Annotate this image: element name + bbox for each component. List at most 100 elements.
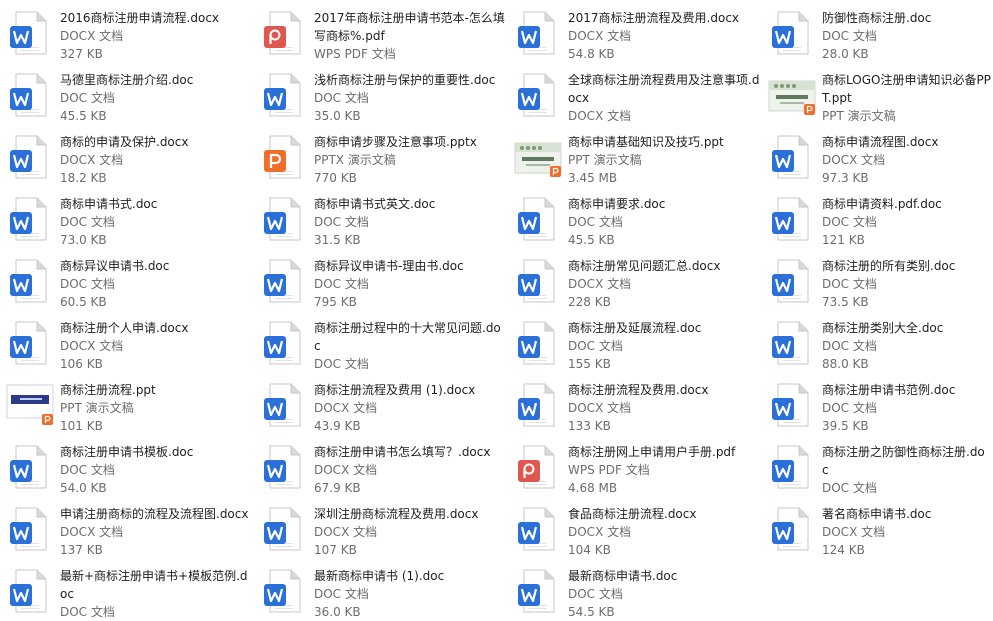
file-name[interactable]: 商标申请要求.doc xyxy=(568,195,760,213)
file-info: 商标申请书式英文.doc DOC 文档 31.5 KB xyxy=(314,195,506,248)
file-size: 770 KB xyxy=(314,171,357,185)
file-info: 2017商标注册流程及费用.docx DOCX 文档 54.8 KB xyxy=(568,9,760,62)
file-item[interactable]: 最新+商标注册申请书+模板范例.doc DOC 文档 xyxy=(0,558,254,620)
file-item[interactable]: 商标注册申请书范例.doc DOC 文档 39.5 KB xyxy=(762,372,993,434)
file-name[interactable]: 商标注册类别大全.doc xyxy=(822,319,991,337)
file-item[interactable]: 商标注册个人申请.docx DOCX 文档 106 KB xyxy=(0,310,254,372)
file-item[interactable]: 食品商标注册流程.docx DOCX 文档 104 KB xyxy=(508,496,762,558)
file-name[interactable]: 商标的申请及保护.docx xyxy=(60,133,252,151)
file-name[interactable]: 商标注册流程及费用 (1).docx xyxy=(314,381,506,399)
file-name[interactable]: 商标申请流程图.docx xyxy=(822,133,991,151)
file-item[interactable]: 商标注册及延展流程.doc DOC 文档 155 KB xyxy=(508,310,762,372)
file-name[interactable]: 商标注册流程及费用.docx xyxy=(568,381,760,399)
file-name[interactable]: 浅析商标注册与保护的重要性.doc xyxy=(314,71,506,89)
file-info: 商标注册流程.ppt PPT 演示文稿 101 KB xyxy=(60,381,252,434)
file-name[interactable]: 商标注册个人申请.docx xyxy=(60,319,252,337)
file-item[interactable]: 商标注册类别大全.doc DOC 文档 88.0 KB xyxy=(762,310,993,372)
file-name[interactable]: 全球商标注册流程费用及注意事项.docx xyxy=(568,71,760,107)
file-item[interactable]: 最新商标申请书 (1).doc DOC 文档 36.0 KB xyxy=(254,558,508,620)
file-type: PPT 演示文稿 xyxy=(822,109,896,123)
file-item[interactable]: 商标注册流程.ppt PPT 演示文稿 101 KB xyxy=(0,372,254,434)
file-size: 327 KB xyxy=(60,47,103,61)
file-item[interactable]: 商标注册的所有类别.doc DOC 文档 73.5 KB xyxy=(762,248,993,310)
file-type: DOC 文档 xyxy=(60,215,115,229)
file-name[interactable]: 2017商标注册流程及费用.docx xyxy=(568,9,760,27)
file-size: 228 KB xyxy=(568,295,611,309)
file-item[interactable]: 商标申请流程图.docx DOCX 文档 97.3 KB xyxy=(762,124,993,186)
file-name[interactable]: 商标注册常见问题汇总.docx xyxy=(568,257,760,275)
word-document-icon xyxy=(6,505,54,553)
file-item[interactable]: 商标LOGO注册申请知识必备PPT.ppt PPT 演示文稿 xyxy=(762,62,993,124)
file-name[interactable]: 最新商标申请书 (1).doc xyxy=(314,567,506,585)
file-item[interactable]: 商标注册网上申请用户手册.pdf WPS PDF 文档 4.68 MB xyxy=(508,434,762,496)
file-item[interactable]: 防御性商标注册.doc DOC 文档 28.0 KB xyxy=(762,0,993,62)
file-type: DOC 文档 xyxy=(314,91,369,105)
file-item[interactable]: 最新商标申请书.doc DOC 文档 54.5 KB xyxy=(508,558,762,620)
pptx-document-icon xyxy=(260,133,308,181)
file-name[interactable]: 商标注册之防御性商标注册.doc xyxy=(822,443,991,479)
file-name[interactable]: 深圳注册商标流程及费用.docx xyxy=(314,505,506,523)
ppt-thumbnail-green-icon xyxy=(768,71,816,119)
file-name[interactable]: 食品商标注册流程.docx xyxy=(568,505,760,523)
file-item[interactable]: 商标注册申请书怎么填写？.docx DOCX 文档 67.9 KB xyxy=(254,434,508,496)
file-item[interactable]: 商标的申请及保护.docx DOCX 文档 18.2 KB xyxy=(0,124,254,186)
word-document-icon xyxy=(6,133,54,181)
file-item[interactable]: 2016商标注册申请流程.docx DOCX 文档 327 KB xyxy=(0,0,254,62)
file-name[interactable]: 防御性商标注册.doc xyxy=(822,9,991,27)
file-item[interactable]: 商标注册过程中的十大常见问题.doc DOC 文档 xyxy=(254,310,508,372)
file-name[interactable]: 商标注册申请书范例.doc xyxy=(822,381,991,399)
file-item[interactable]: 商标申请要求.doc DOC 文档 45.5 KB xyxy=(508,186,762,248)
word-document-icon xyxy=(768,9,816,57)
file-name[interactable]: 马德里商标注册介绍.doc xyxy=(60,71,252,89)
file-item[interactable]: 商标注册流程及费用.docx DOCX 文档 133 KB xyxy=(508,372,762,434)
file-name[interactable]: 最新商标申请书.doc xyxy=(568,567,760,585)
file-name[interactable]: 商标异议申请书-理由书.doc xyxy=(314,257,506,275)
file-grid: 2016商标注册申请流程.docx DOCX 文档 327 KB 2017年商标注册… xyxy=(0,0,993,621)
file-item[interactable]: 商标注册之防御性商标注册.docDOC 文档27.0 KB xyxy=(762,434,993,496)
file-name[interactable]: 最新+商标注册申请书+模板范例.doc xyxy=(60,567,252,603)
file-name[interactable]: 商标注册过程中的十大常见问题.doc xyxy=(314,319,506,355)
file-item[interactable]: 商标异议申请书.doc DOC 文档 60.5 KB xyxy=(0,248,254,310)
file-type: DOC 文档 xyxy=(822,215,877,229)
file-name[interactable]: 商标注册网上申请用户手册.pdf xyxy=(568,443,760,461)
file-item[interactable]: 商标异议申请书-理由书.doc DOC 文档 795 KB xyxy=(254,248,508,310)
file-type: DOCX 文档 xyxy=(60,29,124,43)
file-name[interactable]: 商标注册流程.ppt xyxy=(60,381,252,399)
file-name[interactable]: 著名商标申请书.doc xyxy=(822,505,991,523)
file-item[interactable]: 商标注册申请书模板.doc DOC 文档 54.0 KB xyxy=(0,434,254,496)
file-name[interactable]: 商标注册申请书怎么填写？.docx xyxy=(314,443,506,461)
file-item[interactable]: 浅析商标注册与保护的重要性.doc DOC 文档 35.0 KB xyxy=(254,62,508,124)
file-name[interactable]: 商标申请步骤及注意事项.pptx xyxy=(314,133,506,151)
file-name[interactable]: 申请注册商标的流程及流程图.docx xyxy=(60,505,252,523)
file-item[interactable]: 商标申请资料.pdf.doc DOC 文档 121 KB xyxy=(762,186,993,248)
file-name[interactable]: 2016商标注册申请流程.docx xyxy=(60,9,252,27)
file-size: 54.8 KB xyxy=(568,47,615,61)
file-item[interactable]: 2017年商标注册申请书范本-怎么填写商标%.pdf WPS PDF 文档 xyxy=(254,0,508,62)
file-item[interactable]: 商标注册常见问题汇总.docx DOCX 文档 228 KB xyxy=(508,248,762,310)
file-item[interactable]: 著名商标申请书.doc DOCX 文档 124 KB xyxy=(762,496,993,558)
file-item[interactable]: 商标申请书式英文.doc DOC 文档 31.5 KB xyxy=(254,186,508,248)
file-item[interactable]: 深圳注册商标流程及费用.docx DOCX 文档 107 KB xyxy=(254,496,508,558)
file-item[interactable]: 全球商标注册流程费用及注意事项.docx DOCX 文档 xyxy=(508,62,762,124)
file-item[interactable]: 商标申请步骤及注意事项.pptx PPTX 演示文稿 770 KB xyxy=(254,124,508,186)
file-name[interactable]: 商标LOGO注册申请知识必备PPT.ppt xyxy=(822,71,991,107)
file-info: 商标注册流程及费用.docx DOCX 文档 133 KB xyxy=(568,381,760,434)
file-info: 商标申请资料.pdf.doc DOC 文档 121 KB xyxy=(822,195,991,248)
file-name[interactable]: 商标申请基础知识及技巧.ppt xyxy=(568,133,760,151)
file-item[interactable]: 商标注册流程及费用 (1).docx DOCX 文档 43.9 KB xyxy=(254,372,508,434)
file-name[interactable]: 商标异议申请书.doc xyxy=(60,257,252,275)
file-name[interactable]: 商标申请书式英文.doc xyxy=(314,195,506,213)
file-item[interactable]: 2017商标注册流程及费用.docx DOCX 文档 54.8 KB xyxy=(508,0,762,62)
file-size: 35.0 KB xyxy=(314,109,361,123)
file-name[interactable]: 商标注册的所有类别.doc xyxy=(822,257,991,275)
file-item[interactable]: 商标申请书式.doc DOC 文档 73.0 KB xyxy=(0,186,254,248)
file-item[interactable]: 商标申请基础知识及技巧.ppt PPT 演示文稿 3.45 MB xyxy=(508,124,762,186)
file-name[interactable]: 商标注册及延展流程.doc xyxy=(568,319,760,337)
file-name[interactable]: 2017年商标注册申请书范本-怎么填写商标%.pdf xyxy=(314,9,506,45)
file-name[interactable]: 商标申请书式.doc xyxy=(60,195,252,213)
file-name[interactable]: 商标注册申请书模板.doc xyxy=(60,443,252,461)
file-item[interactable]: 申请注册商标的流程及流程图.docx DOCX 文档 137 KB xyxy=(0,496,254,558)
word-document-icon xyxy=(514,195,562,243)
file-item[interactable]: 马德里商标注册介绍.doc DOC 文档 45.5 KB xyxy=(0,62,254,124)
file-name[interactable]: 商标申请资料.pdf.doc xyxy=(822,195,991,213)
